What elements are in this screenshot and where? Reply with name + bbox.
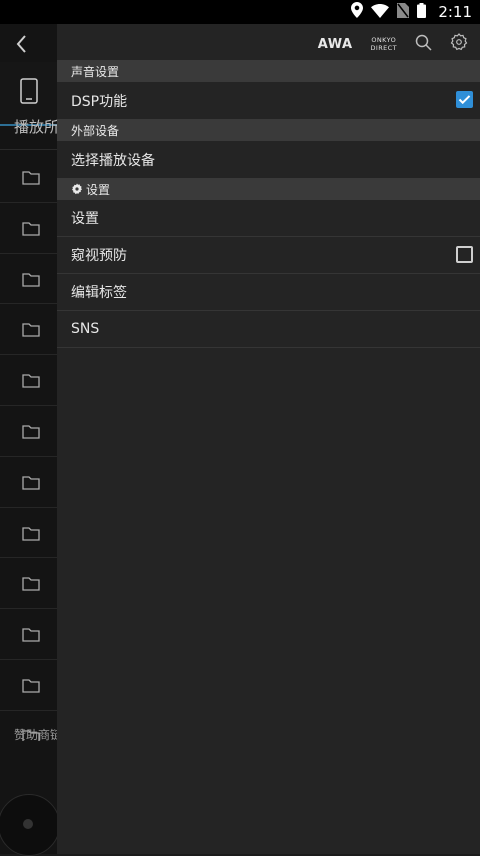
- status-icons: 2:11: [351, 0, 472, 24]
- select-playback-device-item[interactable]: 选择播放设备: [57, 141, 480, 178]
- section-title: 设置: [86, 182, 111, 197]
- folder-list: [0, 152, 57, 741]
- check-icon: [458, 95, 471, 105]
- folder-row[interactable]: [0, 406, 57, 457]
- folder-row[interactable]: [0, 508, 57, 559]
- no-sim-icon: [397, 2, 410, 22]
- item-label: 设置: [71, 211, 99, 227]
- folder-icon: [22, 526, 40, 545]
- section-header-external-device: 外部设备: [57, 119, 480, 141]
- sponsor-label: 赞助商链: [14, 728, 57, 742]
- item-label: DSP功能: [71, 93, 128, 110]
- edit-tags-item[interactable]: 编辑标签: [57, 274, 480, 311]
- folder-row[interactable]: [0, 355, 57, 406]
- wifi-icon: [371, 3, 390, 22]
- privacy-checkbox[interactable]: [456, 246, 473, 263]
- dsp-function-item[interactable]: DSP功能: [57, 82, 480, 119]
- sns-item[interactable]: SNS: [57, 311, 480, 348]
- background-page: 播放所 赞助商链: [0, 24, 60, 856]
- folder-row[interactable]: [0, 152, 57, 203]
- folder-icon: [22, 475, 40, 494]
- folder-icon: [22, 272, 40, 291]
- awa-button[interactable]: AWA: [318, 37, 353, 52]
- folder-row[interactable]: [0, 254, 57, 305]
- location-icon: [351, 2, 364, 22]
- onkyo-line2: DIRECT: [370, 44, 397, 52]
- folder-icon: [22, 424, 40, 443]
- dsp-checkbox[interactable]: [456, 91, 473, 108]
- drawer-toolbar: AWA ONKYO DIRECT: [57, 24, 480, 60]
- folder-icon: [22, 373, 40, 392]
- item-label: 选择播放设备: [71, 152, 155, 169]
- item-label: 窥视预防: [71, 248, 127, 264]
- folder-row[interactable]: [0, 660, 57, 711]
- status-bar: 2:11: [0, 0, 480, 24]
- folder-icon: [22, 322, 40, 341]
- divider: [0, 149, 57, 150]
- search-icon[interactable]: [415, 34, 432, 55]
- folder-icon: [22, 576, 40, 595]
- item-label: SNS: [71, 321, 100, 337]
- folder-row[interactable]: [0, 609, 57, 660]
- battery-icon: [417, 2, 427, 22]
- settings-item[interactable]: 设置: [57, 200, 480, 237]
- back-button[interactable]: [8, 32, 36, 60]
- folder-row[interactable]: [0, 558, 57, 610]
- folder-row[interactable]: [0, 457, 57, 508]
- section-header-settings: 设置: [57, 178, 480, 200]
- item-label: 编辑标签: [71, 285, 127, 301]
- onkyo-line1: ONKYO: [371, 36, 397, 44]
- onkyo-direct-button[interactable]: ONKYO DIRECT: [371, 36, 397, 52]
- status-time: 2:11: [438, 3, 472, 21]
- gear-icon: [72, 183, 82, 195]
- section-title: 外部设备: [71, 123, 120, 138]
- folder-row[interactable]: [0, 203, 57, 254]
- phone-icon: [19, 78, 38, 108]
- now-playing-disc[interactable]: [0, 794, 60, 856]
- settings-gear-icon[interactable]: [450, 33, 468, 55]
- folder-icon: [22, 221, 40, 240]
- player-label: 播放所: [14, 118, 57, 136]
- section-header-sound: 声音设置: [57, 60, 480, 82]
- folder-row[interactable]: [0, 304, 57, 356]
- folder-icon: [22, 678, 40, 697]
- settings-drawer: AWA ONKYO DIRECT 声音设置 DSP功能 外部设备 选择播放设备: [57, 24, 480, 854]
- section-title: 声音设置: [71, 64, 120, 79]
- folder-icon: [22, 627, 40, 646]
- chevron-left-icon: [15, 35, 29, 57]
- folder-icon: [22, 170, 40, 189]
- toolbar-icons: AWA ONKYO DIRECT: [318, 30, 468, 58]
- privacy-prevention-item[interactable]: 窥视预防: [57, 237, 480, 274]
